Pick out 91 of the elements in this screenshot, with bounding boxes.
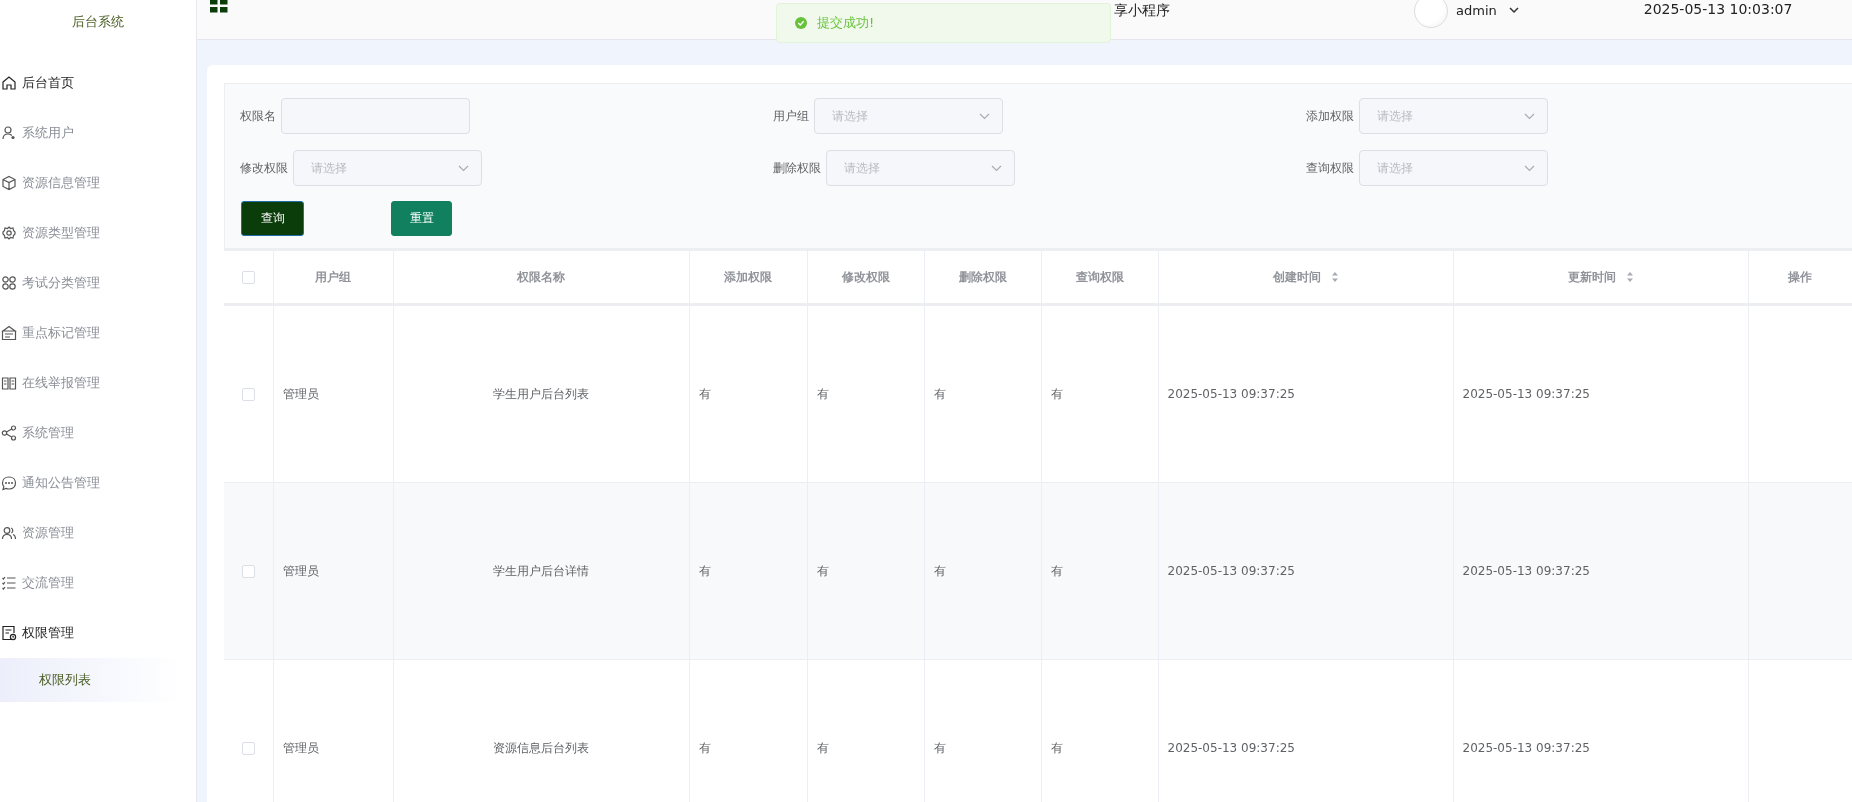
table-cell: 管理员 (282, 386, 319, 401)
select-field[interactable]: 请选择 (1359, 98, 1548, 134)
chevron-down-icon (1508, 7, 1519, 14)
chat-icon (1, 475, 17, 491)
sidebar-item[interactable]: 考试分类管理 (0, 258, 196, 308)
column-header[interactable]: 删除权限 (958, 268, 1007, 286)
sidebar-item[interactable]: 资源管理 (0, 508, 196, 558)
table-cell: 有 (816, 563, 829, 578)
table-cell: 2025-05-13 09:37:25 (1167, 387, 1295, 401)
cube-icon (1, 175, 17, 191)
page-title: 享小程序 (1114, 2, 1170, 20)
field-label: 添加权限 (1306, 107, 1354, 125)
column-header[interactable]: 创建时间 (1272, 268, 1339, 286)
toast-text: 提交成功! (817, 14, 875, 32)
chevron-down-icon (1524, 112, 1535, 120)
sidebar-item[interactable]: 通知公告管理 (0, 458, 196, 508)
sort-icon (1625, 271, 1634, 283)
table-cell: 有 (1050, 386, 1063, 401)
table-cell: 有 (816, 740, 829, 755)
table-cell: 2025-05-13 09:37:25 (1462, 564, 1590, 578)
user-name[interactable]: admin (1456, 3, 1497, 18)
document-icon (1, 625, 17, 641)
column-header[interactable]: 添加权限 (724, 268, 772, 286)
sidebar-item[interactable]: 后台首页 (0, 69, 196, 97)
table-cell: 管理员 (282, 740, 319, 755)
chevron-down-icon (458, 164, 469, 172)
sidebar-item[interactable]: 在线举报管理 (0, 358, 196, 408)
table-cell: 2025-05-13 09:37:25 (1462, 387, 1590, 401)
chevron-down-icon (1524, 164, 1535, 172)
table-cell: 有 (933, 740, 946, 755)
sidebar-item[interactable]: 系统用户 (0, 108, 196, 158)
field-label: 查询权限 (1306, 159, 1354, 177)
field-label: 用户组 (773, 107, 809, 125)
select-field[interactable]: 请选择 (1359, 150, 1548, 186)
table-cell: 有 (933, 386, 946, 401)
table-cell: 资源信息后台列表 (493, 740, 589, 755)
reset-button[interactable]: 重置 (391, 201, 452, 236)
table-cell: 有 (816, 386, 829, 401)
table-cell: 有 (1050, 740, 1063, 755)
select-field[interactable]: 请选择 (826, 150, 1015, 186)
grid-icon (210, 0, 228, 13)
select-all-checkbox[interactable] (241, 271, 255, 284)
row-checkbox[interactable] (241, 742, 255, 755)
sidebar-item[interactable]: 系统管理 (0, 408, 196, 458)
column-header[interactable]: 权限名称 (517, 268, 565, 286)
app-title: 后台系统 (72, 13, 124, 31)
row-checkbox[interactable] (241, 388, 255, 401)
select-field[interactable]: 请选择 (814, 98, 1003, 134)
column-header[interactable]: 操作 (1788, 268, 1813, 286)
column-header[interactable]: 更新时间 (1567, 268, 1634, 286)
sidebar-item[interactable]: 权限管理 (0, 608, 196, 658)
table-cell: 学生用户后台列表 (493, 386, 589, 401)
table-cell: 2025-05-13 09:37:25 (1462, 741, 1590, 755)
sidebar-item[interactable]: 重点标记管理 (0, 308, 196, 358)
column-header[interactable]: 修改权限 (841, 268, 890, 286)
gear-icon (1, 225, 17, 241)
table-cell: 有 (698, 740, 711, 755)
user-icon (1, 125, 17, 141)
text-field[interactable] (281, 98, 470, 134)
table-cell: 有 (698, 386, 711, 401)
column-header[interactable]: 查询权限 (1075, 268, 1124, 286)
signboard-icon (1, 325, 17, 341)
chevron-down-icon (979, 112, 990, 120)
sidebar-item[interactable]: 资源信息管理 (0, 158, 196, 208)
sidebar-item[interactable]: 资源类型管理 (0, 208, 196, 258)
row-checkbox[interactable] (241, 565, 255, 578)
date-time: 2025-05-13 10:03:07 (1643, 1, 1793, 17)
home-icon (1, 75, 17, 91)
sidebar-item[interactable]: 交流管理 (0, 558, 196, 608)
table-cell: 有 (933, 563, 946, 578)
check-circle-icon (795, 17, 807, 29)
field-label: 修改权限 (240, 159, 288, 177)
table-cell: 有 (1050, 563, 1063, 578)
table-cell: 学生用户后台详情 (493, 563, 589, 578)
chevron-down-icon (991, 164, 1002, 172)
table-cell: 有 (698, 563, 711, 578)
column-header[interactable]: 用户组 (315, 268, 351, 286)
table-cell: 管理员 (282, 563, 319, 578)
book-icon (1, 375, 17, 391)
field-label: 权限名 (240, 107, 276, 125)
avatar[interactable] (1414, 0, 1448, 28)
share-icon (1, 425, 17, 441)
users-icon (1, 525, 17, 541)
search-button[interactable]: 查询 (241, 201, 304, 236)
grid-icon (1, 275, 17, 291)
table-cell: 2025-05-13 09:37:25 (1167, 741, 1295, 755)
field-label: 删除权限 (773, 159, 821, 177)
sort-icon (1330, 271, 1339, 283)
select-field[interactable]: 请选择 (293, 150, 482, 186)
table-cell: 2025-05-13 09:37:25 (1167, 564, 1295, 578)
checklist-icon (1, 575, 17, 591)
